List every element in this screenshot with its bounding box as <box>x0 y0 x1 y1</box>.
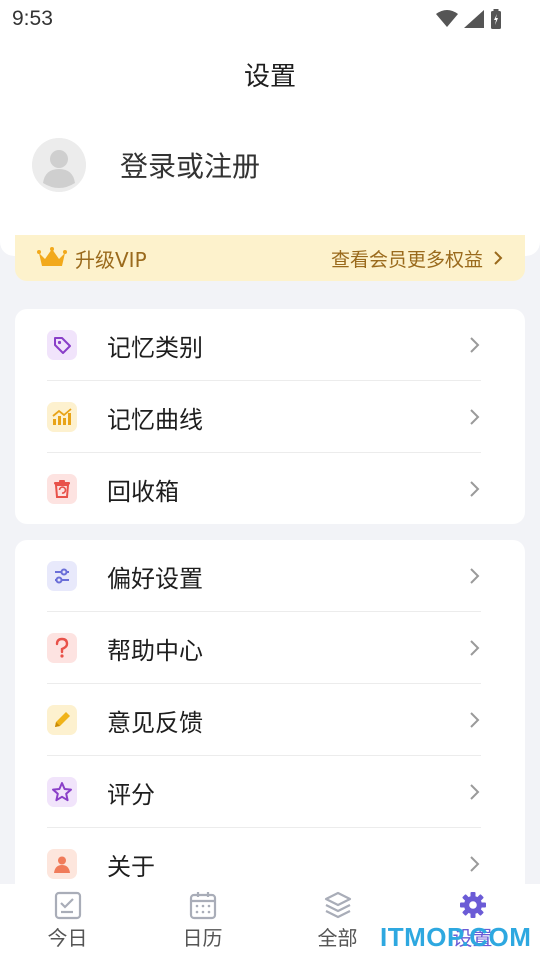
chevron-right-icon <box>494 251 503 265</box>
chevron-right-icon <box>470 481 480 497</box>
menu-group-memory: 记忆类别 记忆曲线 回收箱 <box>15 309 525 524</box>
status-time: 9:53 <box>12 7 53 30</box>
page-title: 设置 <box>243 62 296 92</box>
vip-banner[interactable]: 升级VIP 查看会员更多权益 <box>15 235 525 281</box>
vip-title: 升级VIP <box>75 247 147 272</box>
menu-item-feedback[interactable]: 意见反馈 <box>47 684 493 756</box>
tab-label: 全部 <box>317 926 358 950</box>
pencil-icon <box>47 705 77 735</box>
menu-item-label: 记忆类别 <box>107 333 203 362</box>
wifi-icon <box>436 10 458 27</box>
chart-icon <box>47 402 77 432</box>
tab-today[interactable]: 今日 <box>0 884 135 960</box>
chevron-right-icon <box>470 568 480 584</box>
chevron-right-icon <box>470 640 480 656</box>
today-icon <box>54 891 81 920</box>
crown-icon <box>37 247 67 266</box>
person-icon <box>47 849 77 879</box>
menu-item-label: 偏好设置 <box>107 564 203 593</box>
sliders-icon <box>47 561 77 591</box>
menu-item-label: 回收箱 <box>107 477 179 506</box>
chevron-right-icon <box>470 856 480 872</box>
trash-icon <box>47 474 77 504</box>
layers-icon <box>324 891 351 919</box>
menu-item-memory-curve[interactable]: 记忆曲线 <box>47 381 493 453</box>
chevron-right-icon <box>470 337 480 353</box>
default-avatar-icon <box>32 138 86 192</box>
login-row[interactable]: 登录或注册 <box>32 138 260 192</box>
star-icon <box>47 777 77 807</box>
avatar[interactable] <box>32 138 86 192</box>
menu-item-label: 关于 <box>107 852 155 881</box>
menu-item-label: 记忆曲线 <box>107 405 203 434</box>
menu-item-label: 帮助中心 <box>107 636 203 665</box>
chevron-right-icon <box>470 712 480 728</box>
calendar-icon <box>189 892 216 920</box>
battery-icon <box>491 9 501 29</box>
menu-item-label: 评分 <box>107 780 155 809</box>
chevron-right-icon <box>470 409 480 425</box>
login-register-link[interactable]: 登录或注册 <box>120 145 260 185</box>
menu-item-rating[interactable]: 评分 <box>47 756 493 828</box>
watermark: ITMOP.COM <box>380 922 532 952</box>
menu-item-memory-category[interactable]: 记忆类别 <box>47 309 493 381</box>
tab-label: 今日 <box>47 926 88 950</box>
menu-item-preferences[interactable]: 偏好设置 <box>47 540 493 612</box>
menu-item-recycle-bin[interactable]: 回收箱 <box>47 453 493 525</box>
gear-icon <box>459 892 486 918</box>
status-bar: 9:53 <box>0 0 540 38</box>
status-icons <box>436 9 502 29</box>
signal-icon <box>464 10 484 28</box>
tab-label: 日历 <box>182 926 223 950</box>
chevron-right-icon <box>470 784 480 800</box>
menu-item-label: 意见反馈 <box>107 708 203 737</box>
vip-benefits-link[interactable]: 查看会员更多权益 <box>331 245 483 272</box>
menu-group-general: 偏好设置 帮助中心 意见反馈 评分 关于 <box>15 540 525 900</box>
tab-calendar[interactable]: 日历 <box>135 884 270 960</box>
header-panel <box>0 0 540 256</box>
question-icon <box>47 633 77 663</box>
menu-item-help-center[interactable]: 帮助中心 <box>47 612 493 684</box>
tag-icon <box>47 330 77 360</box>
